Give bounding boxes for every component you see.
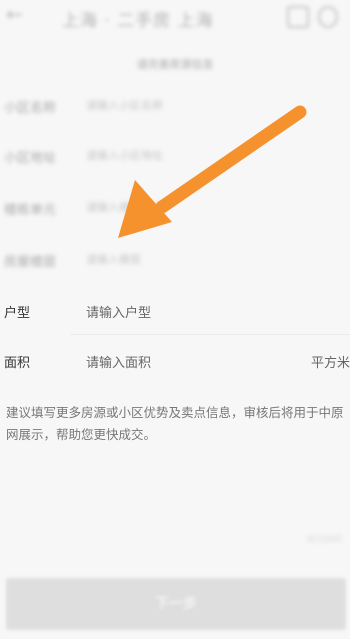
annotation-arrow-icon bbox=[118, 105, 307, 238]
arrow-shaft bbox=[155, 105, 307, 214]
